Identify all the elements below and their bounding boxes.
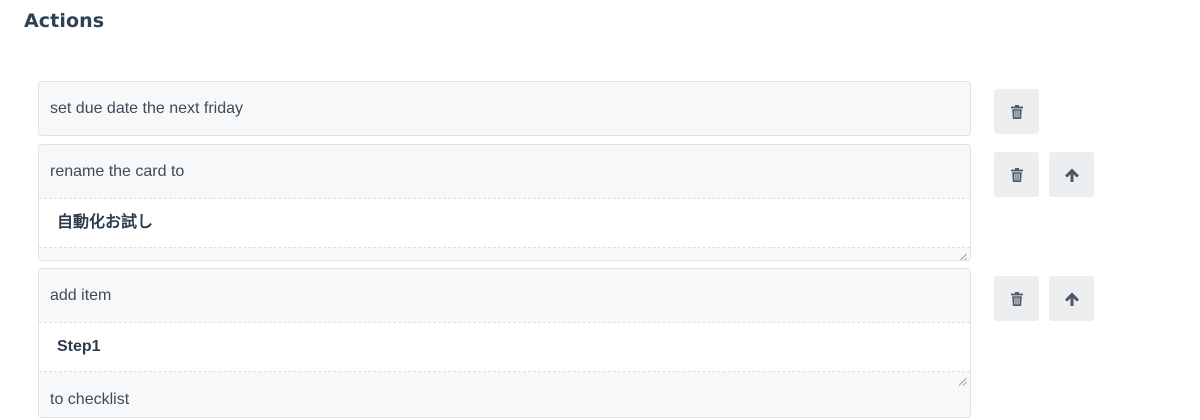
card-name-value: 自動化お試し	[57, 214, 154, 231]
delete-action-button[interactable]	[994, 276, 1039, 321]
section-title: Actions	[24, 10, 105, 32]
arrow-up-icon	[1064, 291, 1080, 307]
action-text: add item	[50, 287, 112, 304]
action-item-due-date: set due date the next friday	[38, 81, 971, 136]
action-text: rename the card to	[50, 163, 185, 180]
action-text-after: to checklist	[50, 391, 130, 408]
trash-icon	[1010, 104, 1023, 119]
trash-icon	[1010, 167, 1023, 182]
arrow-up-icon	[1064, 167, 1080, 183]
checklist-item-textarea[interactable]: Step1	[39, 322, 970, 386]
resize-grip-icon[interactable]	[957, 358, 967, 386]
trash-icon	[1010, 291, 1023, 306]
delete-action-button[interactable]	[994, 152, 1039, 197]
action-text: set due date the next friday	[50, 100, 244, 117]
delete-action-button[interactable]	[994, 89, 1039, 134]
card-name-textarea[interactable]: 自動化お試し	[39, 198, 970, 260]
action-item-rename-card: rename the card to 自動化お試し	[38, 144, 971, 261]
checklist-item-value: Step1	[57, 338, 101, 355]
move-action-up-button[interactable]	[1049, 276, 1094, 321]
resize-grip-icon[interactable]	[957, 234, 967, 260]
action-item-add-checklist-item: add item Step1 to checklist	[38, 268, 971, 418]
move-action-up-button[interactable]	[1049, 152, 1094, 197]
